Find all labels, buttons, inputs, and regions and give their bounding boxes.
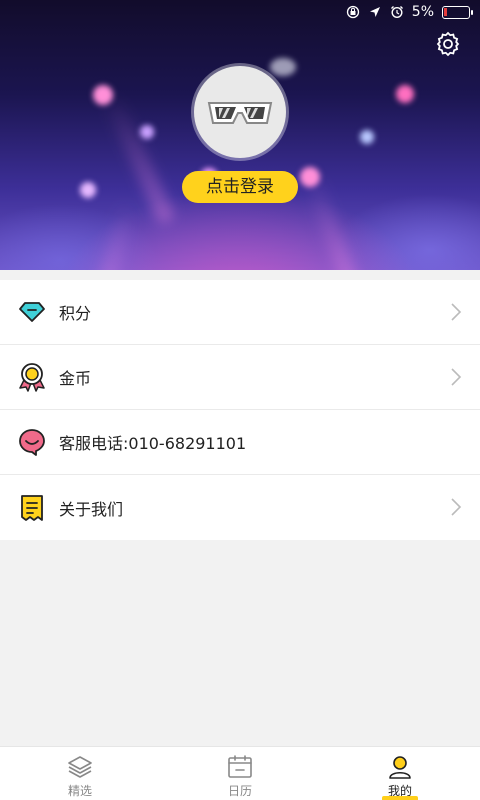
rotation-lock-icon bbox=[346, 5, 359, 19]
stage-light bbox=[360, 130, 374, 144]
menu-item-label: 客服电话:010-68291101 bbox=[59, 434, 247, 453]
tab-calendar[interactable]: 日历 bbox=[160, 747, 320, 800]
chevron-right-icon bbox=[451, 368, 462, 386]
login-button[interactable]: 点击登录 bbox=[182, 171, 298, 203]
bottom-tab-bar: 精选 日历 我的 bbox=[0, 746, 480, 800]
stage-light-beam bbox=[100, 91, 177, 226]
sunglasses-icon bbox=[207, 102, 273, 124]
chevron-right-icon bbox=[451, 303, 462, 321]
tab-label: 精选 bbox=[67, 784, 92, 798]
stage-light bbox=[80, 182, 96, 198]
battery-level bbox=[444, 7, 447, 16]
alarm-icon bbox=[390, 6, 403, 19]
location-arrow-icon bbox=[369, 7, 380, 17]
stage-light bbox=[396, 85, 414, 103]
tab-mine[interactable]: 我的 bbox=[320, 747, 480, 800]
diamond-icon bbox=[17, 297, 47, 327]
menu-item-label: 金币 bbox=[59, 369, 92, 388]
menu-item-about-us[interactable]: 关于我们 bbox=[0, 475, 480, 540]
menu-item-label: 积分 bbox=[59, 304, 92, 323]
chat-bubble-icon bbox=[17, 427, 47, 457]
active-tab-indicator bbox=[382, 796, 418, 800]
battery-icon bbox=[442, 5, 473, 19]
user-icon bbox=[389, 756, 411, 779]
tab-featured[interactable]: 精选 bbox=[0, 747, 160, 800]
chevron-right-icon bbox=[451, 498, 462, 516]
gear-icon[interactable] bbox=[434, 30, 462, 58]
menu-item-points[interactable]: 积分 bbox=[0, 280, 480, 345]
medal-icon bbox=[17, 362, 47, 392]
stage-light bbox=[93, 85, 113, 105]
receipt-icon bbox=[17, 493, 47, 523]
stage-light bbox=[140, 125, 154, 139]
stage-light bbox=[270, 58, 296, 76]
profile-header: 5% 点击登录 bbox=[0, 0, 480, 270]
stage-light bbox=[300, 167, 320, 187]
menu-item-label: 关于我们 bbox=[59, 499, 124, 519]
tab-label: 日历 bbox=[227, 784, 252, 798]
layers-icon bbox=[68, 756, 92, 778]
battery-percent: 5% bbox=[411, 4, 434, 20]
menu-item-coins[interactable]: 金币 bbox=[0, 345, 480, 410]
avatar[interactable] bbox=[194, 66, 286, 158]
status-bar: 5% bbox=[0, 0, 480, 24]
stage-light-beam bbox=[84, 197, 138, 270]
calendar-icon bbox=[228, 755, 252, 778]
profile-menu: 积分 金币 客服电话:010-68291101 关于我们 bbox=[0, 280, 480, 540]
menu-item-customer-service[interactable]: 客服电话:010-68291101 bbox=[0, 410, 480, 475]
